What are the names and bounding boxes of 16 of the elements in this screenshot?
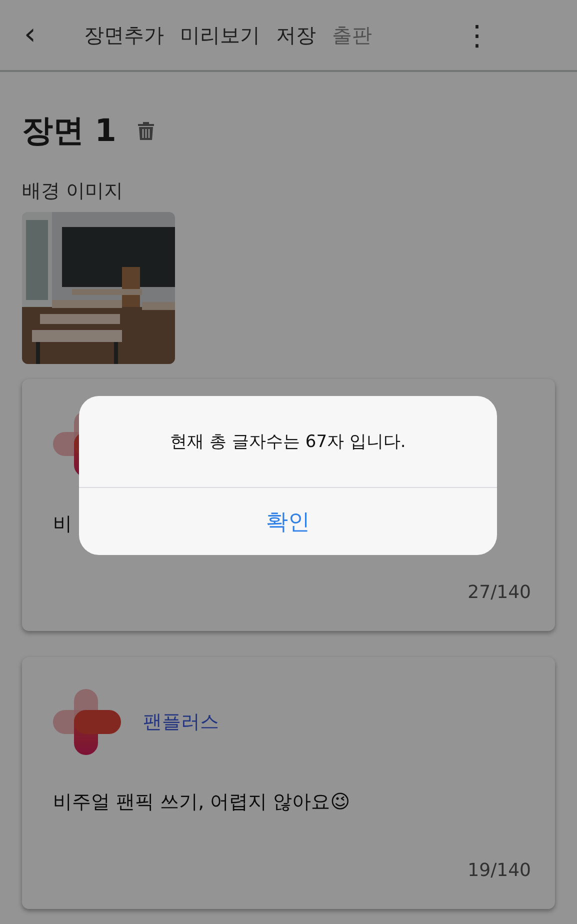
section-label: 배경 이미지 [22, 179, 124, 204]
character-counter: 19/140 [468, 860, 531, 881]
card-text[interactable]: 비 [53, 513, 72, 535]
card-text[interactable]: 비주얼 팬픽 쓰기, 어렵지 않아요😉 [53, 791, 350, 813]
logo-icon [53, 689, 121, 755]
dialog-message: 현재 총 글자수는 67자 입니다. [170, 431, 406, 453]
more-menu-button[interactable]: ⋮ [453, 18, 501, 52]
toolbar-action[interactable]: 저장 [276, 22, 316, 48]
toolbar-action[interactable]: 장면추가 [84, 22, 164, 48]
character-counter: 27/140 [468, 582, 531, 603]
back-button[interactable]: ‹ [20, 20, 40, 50]
trash-icon[interactable] [138, 122, 154, 140]
scene-title: 장면 1 [22, 112, 116, 151]
author-name: 팬플러스 [143, 710, 219, 735]
toolbar-action[interactable]: 미리보기 [180, 22, 260, 48]
confirm-button[interactable]: 확인 [79, 488, 497, 555]
